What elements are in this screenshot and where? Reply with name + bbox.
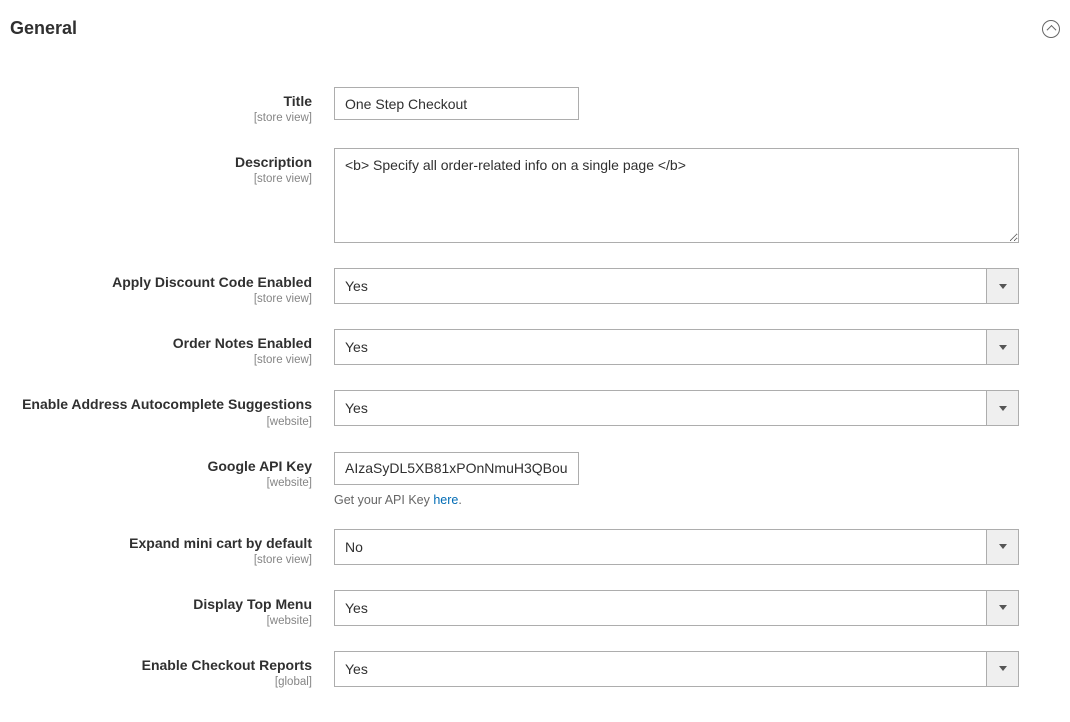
field-address-autocomplete: Enable Address Autocomplete Suggestions … <box>0 390 1070 429</box>
field-label-col: Enable Address Autocomplete Suggestions … <box>0 390 334 429</box>
field-label: Google API Key <box>0 457 312 475</box>
field-apply-discount: Apply Discount Code Enabled [store view]… <box>0 268 1070 307</box>
field-title: Title [store view] <box>0 87 1070 126</box>
chevron-down-icon <box>986 530 1018 564</box>
select-value: No <box>335 539 986 555</box>
expand-minicart-select[interactable]: No <box>334 529 1019 565</box>
general-fieldset: Title [store view] Description [store vi… <box>0 57 1070 722</box>
field-google-api: Google API Key [website] Get your API Ke… <box>0 452 1070 507</box>
apply-discount-select[interactable]: Yes <box>334 268 1019 304</box>
field-control-col: No <box>334 529 1034 565</box>
chevron-down-icon <box>986 391 1018 425</box>
field-label-col: Display Top Menu [website] <box>0 590 334 629</box>
field-label-col: Title [store view] <box>0 87 334 126</box>
chevron-down-icon <box>986 652 1018 686</box>
field-order-notes: Order Notes Enabled [store view] Yes <box>0 329 1070 368</box>
field-scope: [store view] <box>0 353 312 368</box>
field-control-col: Yes <box>334 390 1034 426</box>
display-top-menu-select[interactable]: Yes <box>334 590 1019 626</box>
title-input[interactable] <box>334 87 579 120</box>
chevron-down-icon <box>986 330 1018 364</box>
field-label: Display Top Menu <box>0 595 312 613</box>
checkout-reports-select[interactable]: Yes <box>334 651 1019 687</box>
field-label-col: Description [store view] <box>0 148 334 187</box>
select-value: Yes <box>335 339 986 355</box>
field-control-col: Yes <box>334 268 1034 304</box>
field-scope: [store view] <box>0 111 312 126</box>
field-control-col: Yes <box>334 651 1034 687</box>
api-key-note: Get your API Key here. <box>334 493 1016 507</box>
select-value: Yes <box>335 278 986 294</box>
section-header[interactable]: General <box>0 0 1070 57</box>
field-scope: [store view] <box>0 553 312 568</box>
chevron-down-icon <box>986 591 1018 625</box>
field-label: Enable Checkout Reports <box>0 656 312 674</box>
field-control-col <box>334 87 1034 120</box>
field-scope: [global] <box>0 675 312 690</box>
field-description: Description [store view] <box>0 148 1070 246</box>
note-suffix: . <box>458 493 461 507</box>
collapse-icon[interactable] <box>1042 20 1060 38</box>
chevron-down-icon <box>986 269 1018 303</box>
select-value: Yes <box>335 600 986 616</box>
select-value: Yes <box>335 400 986 416</box>
field-label-col: Enable Checkout Reports [global] <box>0 651 334 690</box>
google-api-input[interactable] <box>334 452 579 485</box>
field-control-col: Yes <box>334 590 1034 626</box>
order-notes-select[interactable]: Yes <box>334 329 1019 365</box>
field-checkout-reports: Enable Checkout Reports [global] Yes <box>0 651 1070 690</box>
field-display-top-menu: Display Top Menu [website] Yes <box>0 590 1070 629</box>
field-label: Apply Discount Code Enabled <box>0 273 312 291</box>
description-textarea[interactable] <box>334 148 1019 243</box>
select-value: Yes <box>335 661 986 677</box>
field-control-col: Yes <box>334 329 1034 365</box>
field-label-col: Apply Discount Code Enabled [store view] <box>0 268 334 307</box>
field-scope: [website] <box>0 415 312 430</box>
field-label: Title <box>0 92 312 110</box>
note-prefix: Get your API Key <box>334 493 433 507</box>
address-autocomplete-select[interactable]: Yes <box>334 390 1019 426</box>
field-scope: [store view] <box>0 172 312 187</box>
field-label: Order Notes Enabled <box>0 334 312 352</box>
field-label: Expand mini cart by default <box>0 534 312 552</box>
field-scope: [store view] <box>0 292 312 307</box>
field-control-col <box>334 148 1034 246</box>
field-expand-minicart: Expand mini cart by default [store view]… <box>0 529 1070 568</box>
field-label-col: Expand mini cart by default [store view] <box>0 529 334 568</box>
field-scope: [website] <box>0 614 312 629</box>
field-label-col: Order Notes Enabled [store view] <box>0 329 334 368</box>
field-label-col: Google API Key [website] <box>0 452 334 491</box>
section-title: General <box>10 18 77 39</box>
field-label: Description <box>0 153 312 171</box>
field-scope: [website] <box>0 476 312 491</box>
api-key-link[interactable]: here <box>433 493 458 507</box>
field-control-col: Get your API Key here. <box>334 452 1034 507</box>
field-label: Enable Address Autocomplete Suggestions <box>0 395 312 413</box>
